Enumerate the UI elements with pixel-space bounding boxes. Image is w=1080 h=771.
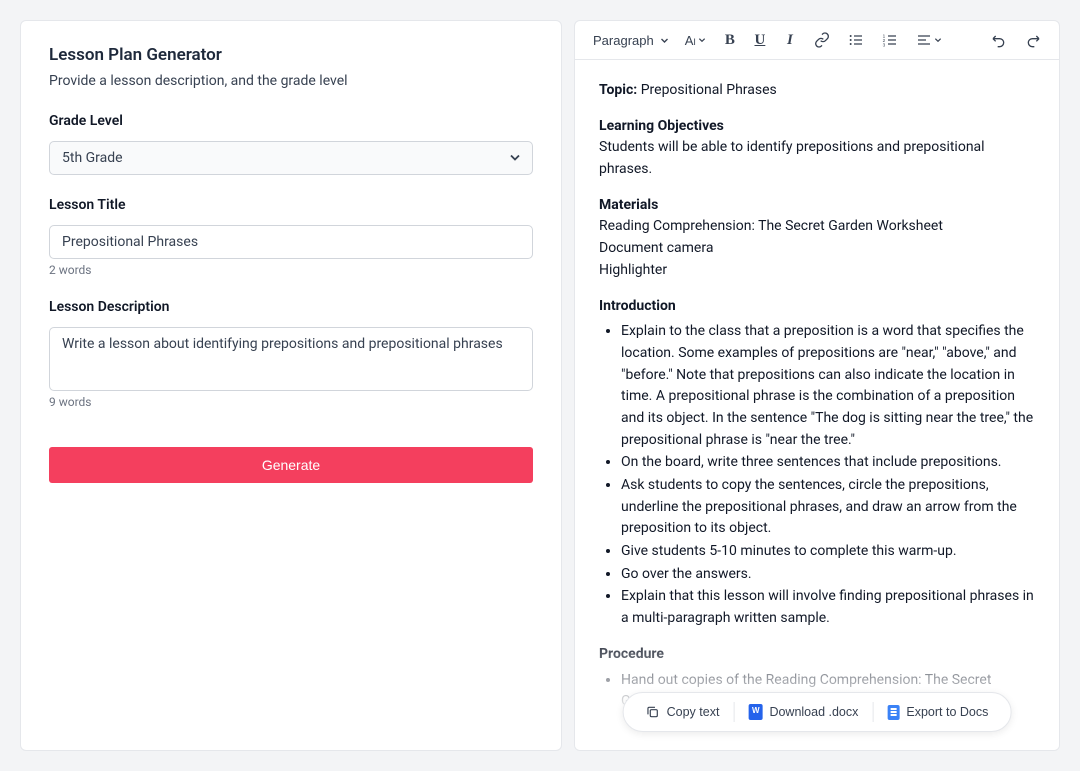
lesson-desc-wordcount: 9 words xyxy=(49,395,533,409)
download-docx-button[interactable]: Download .docx xyxy=(734,698,872,726)
list-item: Go over the answers. xyxy=(621,564,1035,586)
editor-panel: Paragraph AI B U I 123 xyxy=(574,20,1060,751)
link-icon xyxy=(814,32,830,48)
chevron-down-icon xyxy=(698,36,706,44)
copy-icon xyxy=(646,705,660,719)
grade-level-label: Grade Level xyxy=(49,113,533,129)
chevron-down-icon xyxy=(934,36,942,44)
link-button[interactable] xyxy=(808,27,836,53)
align-icon xyxy=(916,32,932,48)
page-title: Lesson Plan Generator xyxy=(49,45,533,65)
word-doc-icon xyxy=(748,704,762,720)
form-panel: Lesson Plan Generator Provide a lesson d… xyxy=(20,20,562,751)
underline-button[interactable]: U xyxy=(748,27,772,53)
lesson-title-label: Lesson Title xyxy=(49,197,533,213)
editor-body[interactable]: Topic: Prepositional Phrases Learning Ob… xyxy=(575,60,1059,750)
list-item: On the board, write three sentences that… xyxy=(621,452,1035,474)
copy-text-button[interactable]: Copy text xyxy=(632,699,734,725)
numbered-list-icon: 123 xyxy=(882,32,898,48)
chevron-down-icon xyxy=(660,36,669,45)
svg-text:3: 3 xyxy=(883,43,886,48)
grade-level-select[interactable]: 5th Grade xyxy=(49,141,533,175)
lesson-title-input[interactable] xyxy=(49,225,533,259)
page-subtitle: Provide a lesson description, and the gr… xyxy=(49,73,533,89)
list-item: Ask students to copy the sentences, circ… xyxy=(621,475,1035,540)
editor-toolbar: Paragraph AI B U I 123 xyxy=(575,21,1059,60)
undo-icon xyxy=(991,32,1007,48)
align-dropdown[interactable] xyxy=(910,27,948,53)
google-doc-icon xyxy=(887,705,899,720)
list-item: Explain that this lesson will involve fi… xyxy=(621,586,1035,629)
lesson-description-label: Lesson Description xyxy=(49,299,533,315)
lesson-description-input[interactable] xyxy=(49,327,533,391)
introduction-list: Explain to the class that a preposition … xyxy=(599,321,1035,630)
generate-button[interactable]: Generate xyxy=(49,447,533,483)
export-bar: Copy text Download .docx Export to Docs xyxy=(623,692,1012,732)
text-size-dropdown[interactable]: AI xyxy=(679,27,712,53)
list-item: Document camera xyxy=(599,238,1035,260)
bullet-list-button[interactable] xyxy=(842,27,870,53)
redo-button[interactable] xyxy=(1019,27,1047,53)
list-item: Give students 5-10 minutes to complete t… xyxy=(621,541,1035,563)
redo-icon xyxy=(1025,32,1041,48)
undo-button[interactable] xyxy=(985,27,1013,53)
bullet-list-icon xyxy=(848,32,864,48)
export-to-docs-button[interactable]: Export to Docs xyxy=(873,699,1002,726)
lesson-title-wordcount: 2 words xyxy=(49,263,533,277)
paragraph-dropdown[interactable]: Paragraph xyxy=(587,27,673,53)
list-item: Explain to the class that a preposition … xyxy=(621,321,1035,451)
list-item: Highlighter xyxy=(599,260,1035,282)
bold-button[interactable]: B xyxy=(718,27,742,53)
numbered-list-button[interactable]: 123 xyxy=(876,27,904,53)
italic-button[interactable]: I xyxy=(778,27,802,53)
list-item: Reading Comprehension: The Secret Garden… xyxy=(599,216,1035,238)
